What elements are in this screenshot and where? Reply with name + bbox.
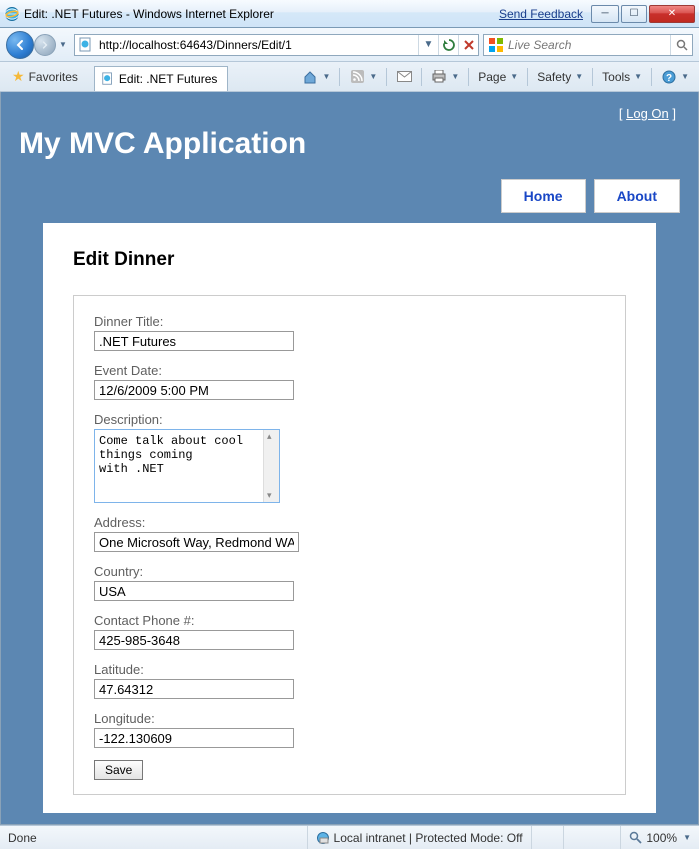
search-box[interactable]: Live Search: [483, 34, 693, 56]
svg-text:?: ?: [666, 73, 672, 84]
phone-label: Contact Phone #:: [94, 613, 605, 628]
event-date-label: Event Date:: [94, 363, 605, 378]
browser-tab[interactable]: Edit: .NET Futures: [94, 66, 228, 91]
description-textarea[interactable]: [95, 430, 263, 502]
longitude-label: Longitude:: [94, 711, 605, 726]
page-icon: [78, 37, 94, 53]
status-spare: [532, 826, 564, 849]
window-title: Edit: .NET Futures - Windows Internet Ex…: [24, 7, 274, 21]
zoom-value: 100%: [646, 831, 677, 845]
phone-input[interactable]: [94, 630, 294, 650]
status-zone: Local intranet | Protected Mode: Off: [308, 826, 532, 849]
mail-button[interactable]: [392, 67, 416, 87]
zoom-dropdown[interactable]: ▼: [683, 833, 691, 842]
help-icon: ?: [661, 69, 677, 85]
mail-icon: [396, 69, 412, 85]
send-feedback-link[interactable]: Send Feedback: [499, 7, 583, 21]
rss-icon: [349, 69, 365, 85]
menu-home[interactable]: Home: [501, 179, 586, 213]
logon-area: [ Log On ]: [15, 92, 684, 121]
star-icon: ★: [12, 68, 25, 85]
window-titlebar: Edit: .NET Futures - Windows Internet Ex…: [0, 0, 699, 28]
search-go-button[interactable]: [670, 35, 692, 55]
zoom-icon: [629, 831, 642, 844]
page-heading: Edit Dinner: [73, 249, 626, 271]
edit-form: Dinner Title: Event Date: Description: A…: [73, 295, 626, 795]
search-placeholder: Live Search: [508, 38, 670, 52]
favorites-button[interactable]: ★ Favorites: [6, 66, 84, 87]
safety-menu[interactable]: Safety▼: [533, 68, 587, 86]
history-dropdown[interactable]: ▼: [56, 34, 70, 56]
close-button[interactable]: ✕: [649, 5, 695, 23]
logon-link[interactable]: Log On: [626, 106, 669, 121]
favorites-label: Favorites: [29, 70, 78, 84]
refresh-button[interactable]: [438, 35, 458, 55]
navigation-bar: ▼ ▼ Live Search: [0, 28, 699, 62]
stop-button[interactable]: [458, 35, 478, 55]
home-icon: [302, 69, 318, 85]
forward-button[interactable]: [34, 34, 56, 56]
help-menu[interactable]: ?▼: [657, 67, 693, 87]
event-date-input[interactable]: [94, 380, 294, 400]
back-button[interactable]: [6, 31, 34, 59]
longitude-input[interactable]: [94, 728, 294, 748]
zoom-control[interactable]: 100% ▼: [620, 826, 699, 849]
country-label: Country:: [94, 564, 605, 579]
menu-about[interactable]: About: [594, 179, 680, 213]
bing-icon: [488, 37, 504, 53]
latitude-label: Latitude:: [94, 662, 605, 677]
address-label: Address:: [94, 515, 605, 530]
address-input[interactable]: [94, 532, 299, 552]
minimize-button[interactable]: ─: [591, 5, 619, 23]
main-content: Edit Dinner Dinner Title: Event Date: De…: [43, 223, 656, 813]
feeds-menu[interactable]: ▼: [345, 67, 381, 87]
page-menu[interactable]: Page▼: [474, 68, 522, 86]
dinner-title-label: Dinner Title:: [94, 314, 605, 329]
print-menu[interactable]: ▼: [427, 67, 463, 87]
app-title: My MVC Application: [19, 127, 684, 161]
command-bar: ★ Favorites Edit: .NET Futures ▼ ▼ ▼ Pag…: [0, 62, 699, 92]
maximize-button[interactable]: ☐: [621, 5, 647, 23]
print-icon: [431, 69, 447, 85]
address-bar[interactable]: ▼: [74, 34, 479, 56]
description-label: Description:: [94, 412, 605, 427]
address-dropdown[interactable]: ▼: [418, 35, 438, 55]
dinner-title-input[interactable]: [94, 331, 294, 351]
save-button[interactable]: Save: [94, 760, 143, 780]
zone-icon: [316, 831, 330, 845]
url-input[interactable]: [97, 38, 418, 52]
ie-icon: [4, 6, 20, 22]
latitude-input[interactable]: [94, 679, 294, 699]
status-done: Done: [0, 826, 308, 849]
textarea-scrollbar[interactable]: [263, 430, 279, 502]
country-input[interactable]: [94, 581, 294, 601]
tab-title: Edit: .NET Futures: [119, 72, 217, 86]
tools-menu[interactable]: Tools▼: [598, 68, 646, 86]
page-icon: [101, 72, 115, 86]
browser-viewport: [ Log On ] My MVC Application Home About…: [0, 92, 699, 825]
status-bar: Done Local intranet | Protected Mode: Of…: [0, 825, 699, 849]
home-menu[interactable]: ▼: [298, 67, 334, 87]
